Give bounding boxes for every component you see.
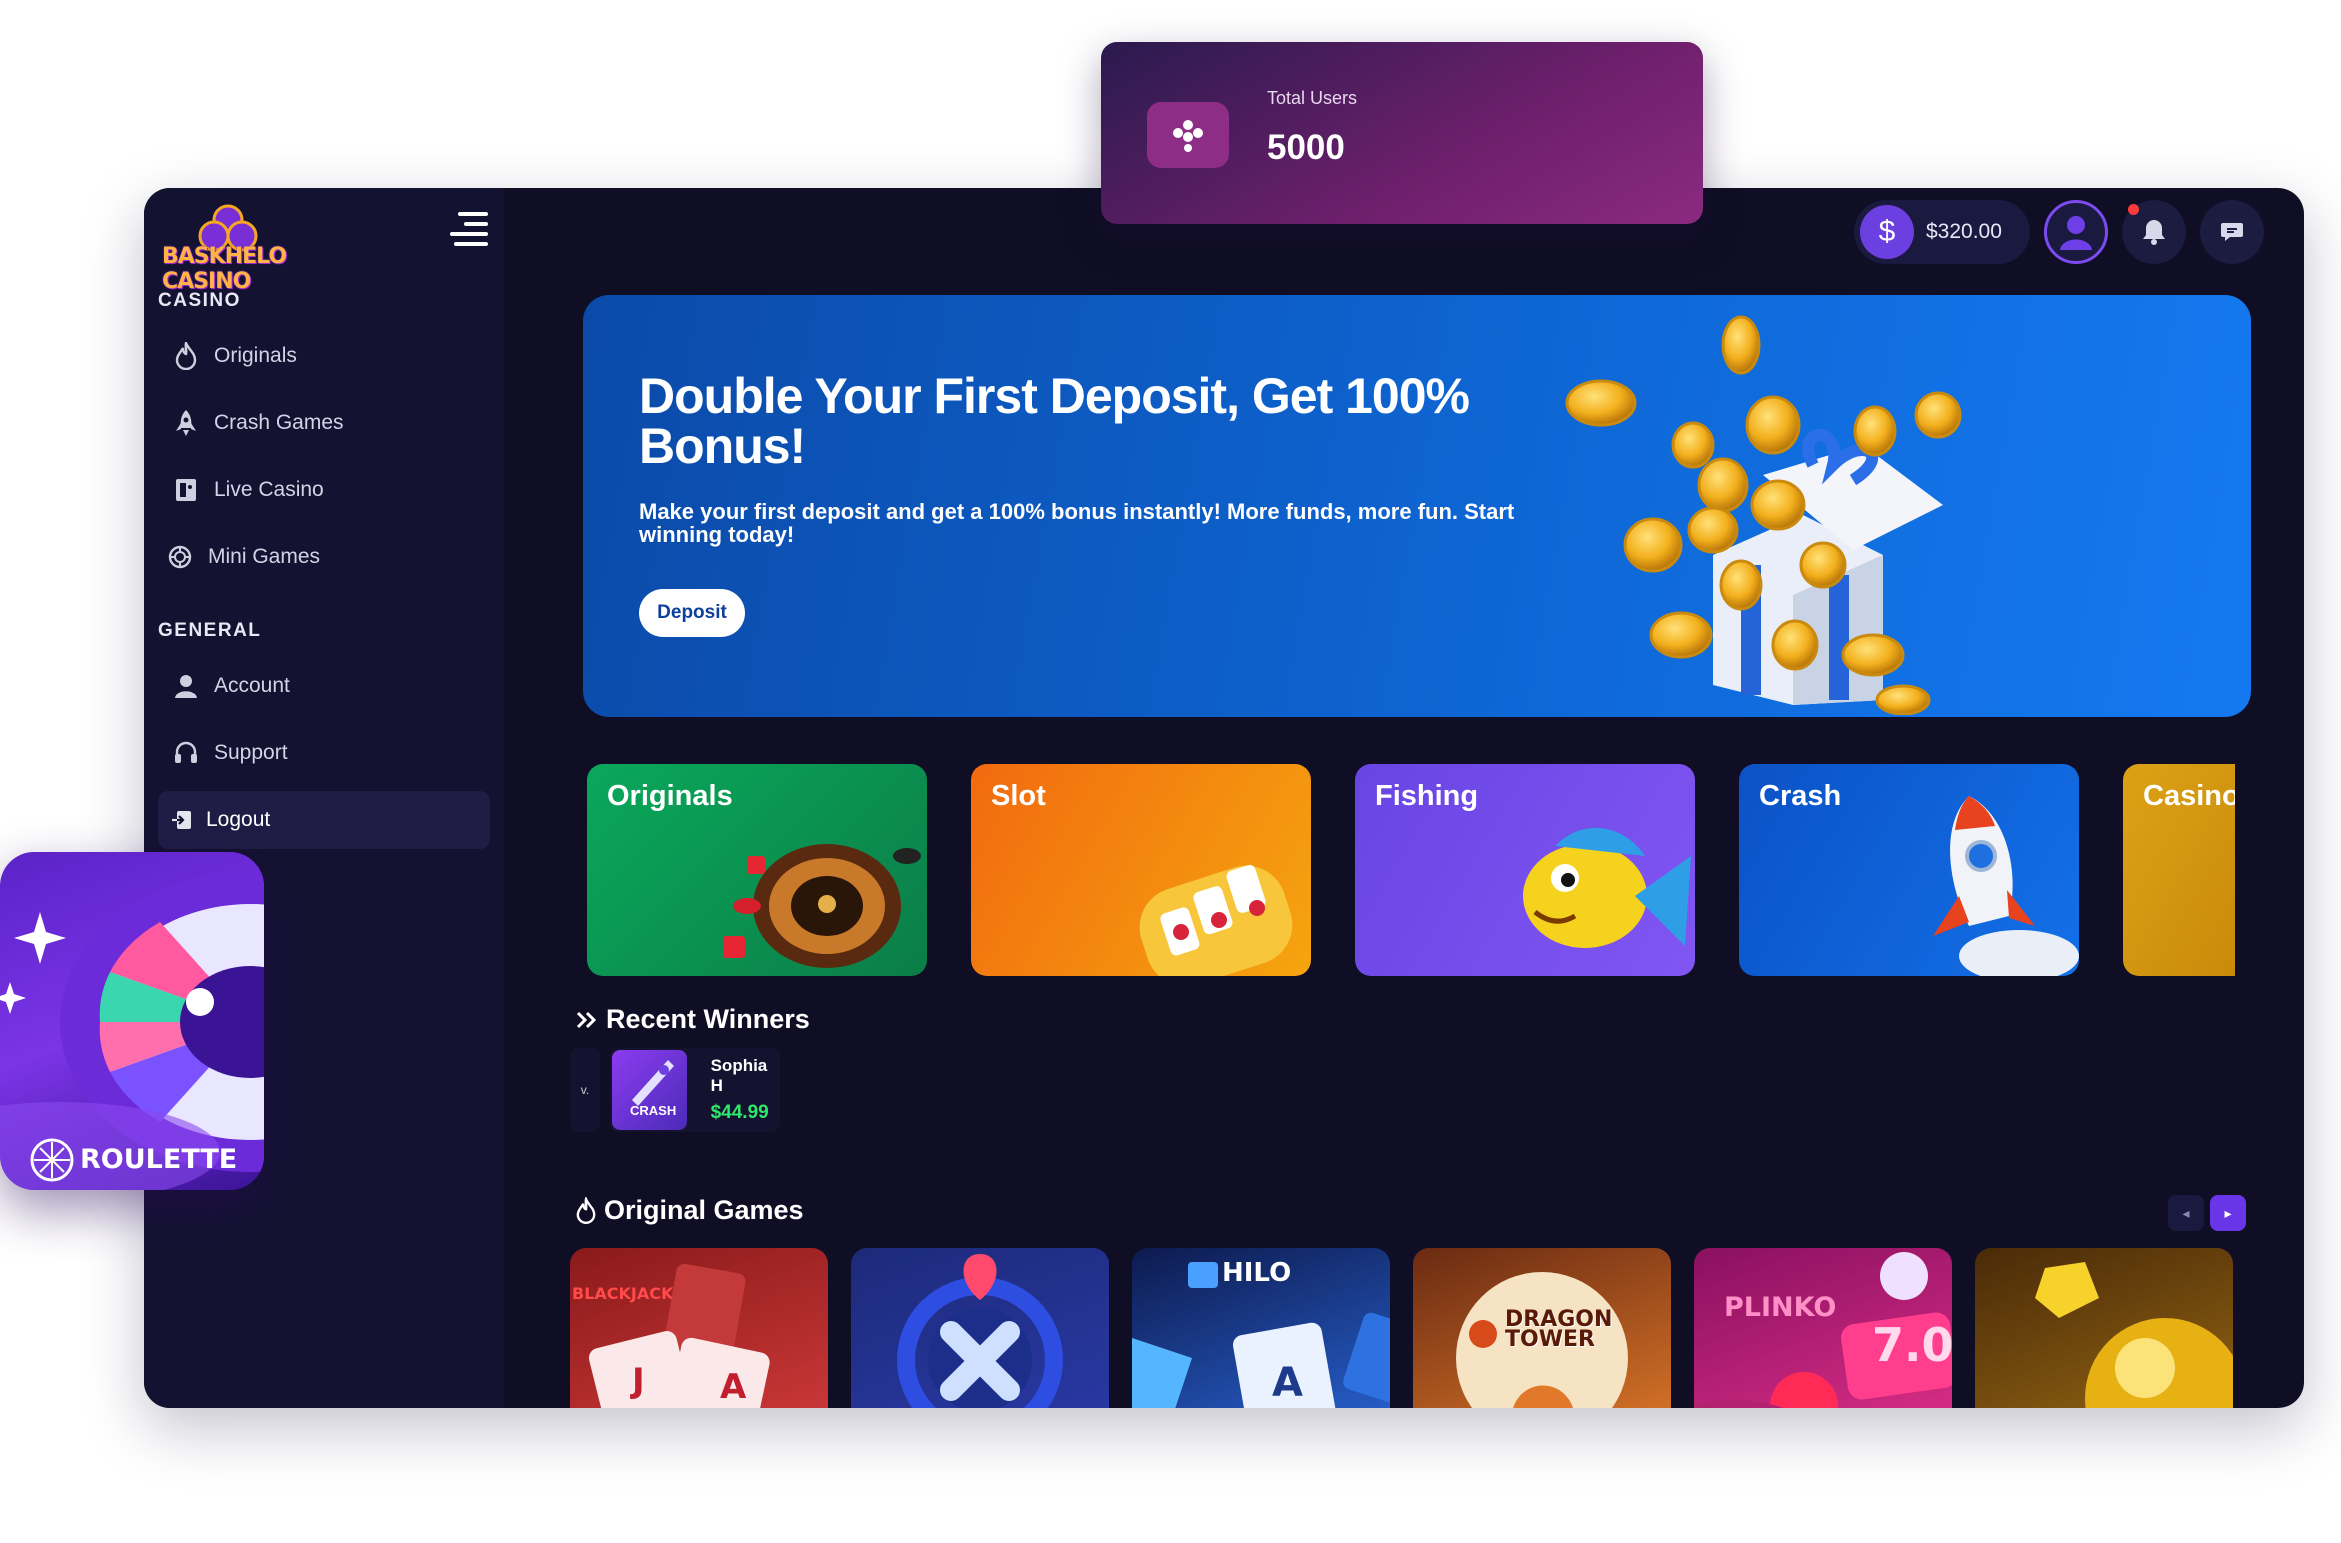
menu-toggle-button[interactable] — [450, 212, 488, 248]
sidebar-item-label: Crash Games — [214, 411, 344, 434]
game-tile-title: DRAGON TOWER — [1505, 1307, 1613, 1352]
sidebar-item-crash-games[interactable]: Crash Games — [158, 394, 490, 452]
flame-icon — [576, 1196, 596, 1224]
playing-cards-icon: J A — [588, 1263, 770, 1408]
winner-card[interactable]: CRASH Sophia H $44.99 — [610, 1048, 780, 1132]
category-label: Slot — [991, 780, 1046, 812]
cross-target-icon — [897, 1254, 1063, 1408]
carousel-next-button[interactable]: ▸ — [2210, 1195, 2246, 1231]
roulette-label: ROULETTE — [80, 1144, 238, 1175]
category-label: Casino — [2143, 780, 2235, 812]
game-tile-blackjack[interactable]: BLACKJACK J A — [570, 1248, 828, 1408]
sidebar-item-logout[interactable]: Logout — [158, 791, 490, 849]
flame-icon — [172, 342, 200, 370]
app-window: BASKHELO CASINO CASINO Originals Crash G… — [144, 188, 2304, 1408]
crash-game-thumb: CRASH — [612, 1050, 687, 1130]
game-tile-plinko[interactable]: PLINKO 7.0 — [1694, 1248, 1952, 1408]
chat-icon — [2221, 223, 2243, 241]
svg-text:A: A — [720, 1367, 747, 1407]
carousel-prev-button[interactable]: ◂ — [2168, 1195, 2204, 1231]
total-users-card: Total Users 5000 — [1101, 42, 1703, 224]
sidebar-item-account[interactable]: Account — [158, 657, 490, 715]
logo-text: BASKHELO CASINO — [162, 244, 287, 294]
sidebar-item-label: Support — [214, 741, 288, 764]
banner-title: Double Your First Deposit, Get 100% Bonu… — [639, 368, 1470, 474]
svg-text:A: A — [1272, 1360, 1303, 1406]
bell-icon — [2143, 220, 2165, 245]
section-title-casino: CASINO — [158, 290, 241, 311]
winner-name: Sophia H — [710, 1056, 768, 1095]
sidebar-item-label: Logout — [206, 808, 271, 831]
header-actions: $ $320.00 — [1854, 200, 2264, 264]
sidebar-item-label: Live Casino — [214, 478, 324, 501]
svg-text:J: J — [630, 1361, 645, 1401]
sidebar: BASKHELO CASINO CASINO Originals Crash G… — [144, 188, 504, 1408]
avatar[interactable] — [2044, 200, 2108, 264]
deposit-button[interactable]: Deposit — [639, 589, 745, 637]
original-games-heading: Original Games — [576, 1195, 804, 1226]
section-title-general: GENERAL — [158, 620, 262, 641]
chip-icon — [166, 543, 194, 571]
plinko-multiplier: 7.0 — [1872, 1318, 1952, 1372]
winner-card-partial[interactable]: v. — [570, 1048, 600, 1132]
rocket-icon — [632, 1060, 674, 1106]
rocket-icon — [1933, 796, 2079, 976]
headset-icon — [172, 739, 200, 767]
promo-banner: Double Your First Deposit, Get 100% Bonu… — [583, 295, 2251, 717]
stats-label: Total Users — [1267, 88, 1358, 108]
category-crash[interactable]: Crash — [1739, 764, 2079, 976]
dollar-icon: $ — [1860, 205, 1914, 259]
roulette-game-card[interactable]: ROULETTE — [0, 852, 264, 1190]
winner-game-label: CRASH — [630, 1103, 677, 1118]
gift-coins-illustration — [1565, 315, 1962, 715]
balance-amount: $320.00 — [1926, 220, 2002, 243]
winner-amount: $44.99 — [710, 1102, 769, 1123]
roulette-wheel-icon — [0, 872, 264, 1190]
user-icon — [172, 672, 200, 700]
sidebar-item-live-casino[interactable]: Live Casino — [158, 461, 490, 519]
category-label: Crash — [1759, 780, 1842, 812]
user-avatar-icon — [2060, 216, 2092, 250]
original-games-title: Original Games — [604, 1195, 804, 1225]
hilo-cards-icon: A — [1132, 1262, 1390, 1408]
roulette-wheel-icon — [723, 844, 921, 968]
sidebar-item-label: Mini Games — [208, 545, 321, 568]
recent-winners-heading: Recent Winners — [576, 1004, 810, 1035]
banner-subtitle: Make your first deposit and get a 100% b… — [639, 499, 1515, 547]
game-tile-hilo[interactable]: HILO A — [1132, 1248, 1390, 1408]
chat-button[interactable] — [2200, 200, 2264, 264]
cards-icon — [172, 476, 200, 504]
fish-icon — [1523, 827, 1691, 948]
game-tile-title: PLINKO — [1724, 1292, 1837, 1323]
sidebar-item-label: Originals — [214, 344, 297, 367]
gold-gem-icon — [2035, 1262, 2233, 1408]
rocket-icon — [172, 409, 200, 437]
slot-machine-icon — [1139, 864, 1293, 976]
sidebar-item-support[interactable]: Support — [158, 724, 490, 782]
game-tile-dragon-tower[interactable]: DRAGON TOWER — [1413, 1248, 1671, 1408]
recent-winners-title: Recent Winners — [606, 1004, 810, 1034]
stats-value: 5000 — [1267, 128, 1345, 167]
logout-icon — [168, 806, 196, 834]
category-originals[interactable]: Originals — [587, 764, 927, 976]
game-tile-mines[interactable] — [851, 1248, 1109, 1408]
logo[interactable]: BASKHELO CASINO — [158, 202, 298, 294]
category-fishing[interactable]: Fishing — [1355, 764, 1695, 976]
notification-dot — [2128, 204, 2139, 215]
notifications-button[interactable] — [2122, 200, 2186, 264]
sidebar-item-originals[interactable]: Originals — [158, 327, 490, 385]
game-tile-limbo[interactable] — [1975, 1248, 2233, 1408]
double-chevron-icon — [576, 1011, 597, 1028]
balance-pill[interactable]: $ $320.00 — [1854, 200, 2030, 264]
category-slot[interactable]: Slot — [971, 764, 1311, 976]
category-casino[interactable]: Casino — [2123, 764, 2235, 976]
users-icon — [1147, 102, 1229, 168]
sidebar-item-label: Account — [214, 674, 290, 697]
category-label: Fishing — [1375, 780, 1479, 812]
sidebar-item-mini-games[interactable]: Mini Games — [158, 528, 490, 586]
